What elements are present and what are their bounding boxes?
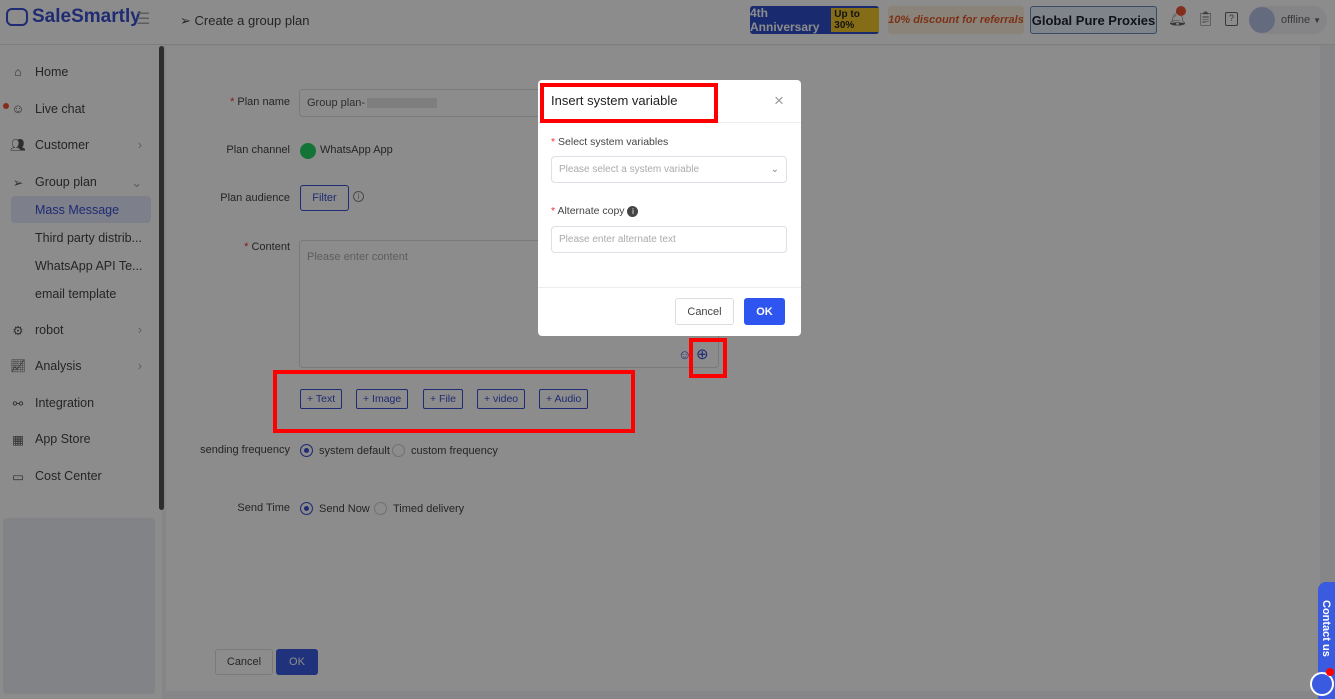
info-icon[interactable]: i (627, 206, 639, 217)
alternate-copy-label: Alternate copy (557, 205, 625, 217)
system-variable-select[interactable]: Please select a system variable ⌄ (551, 156, 787, 183)
select-variable-label: Select system variables (551, 136, 668, 148)
highlight-box-add-icon (689, 338, 727, 378)
contact-us-text: Contact us (1320, 600, 1332, 657)
notification-dot (1326, 668, 1334, 676)
highlight-box-add-buttons (273, 370, 635, 433)
contact-us-tab[interactable]: Contact us (1310, 582, 1335, 699)
alternate-text-placeholder: Please enter alternate text (559, 234, 676, 245)
chevron-down-icon: ⌄ (770, 164, 779, 175)
modal-cancel-button[interactable]: Cancel (675, 298, 734, 325)
highlight-box-title (540, 83, 718, 123)
select-placeholder: Please select a system variable (559, 164, 700, 175)
close-icon[interactable]: × (774, 91, 784, 111)
alternate-text-input[interactable]: Please enter alternate text (551, 226, 787, 253)
modal-ok-button[interactable]: OK (744, 298, 785, 325)
divider (538, 287, 801, 288)
alternate-copy-label-row: Alternate copy i (551, 205, 639, 217)
